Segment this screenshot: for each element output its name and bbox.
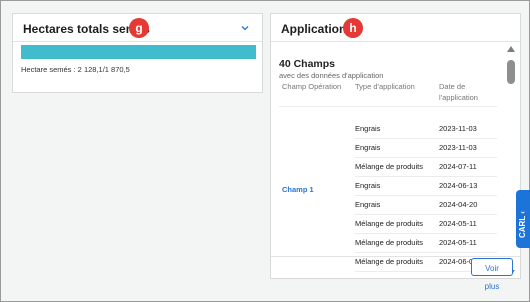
marker-g: g — [129, 18, 149, 38]
hectares-progress-bar — [21, 45, 256, 59]
table-row-divider — [355, 157, 497, 158]
champs-subtitle: avec des données d'application — [279, 71, 384, 80]
table-row-type: Mélange de produits — [355, 219, 423, 228]
hectares-progress-fill — [21, 45, 256, 59]
hectares-progress-text: Hectare semés : 2 128,1/1 870,5 — [21, 65, 130, 74]
table-row-divider — [355, 138, 497, 139]
table-row-divider — [355, 214, 497, 215]
table-row-type: Engrais — [355, 181, 381, 190]
column-header-date: Date de l'application — [439, 82, 478, 102]
carl-side-tab[interactable]: CARL ‹ — [516, 190, 530, 248]
footer-divider — [271, 256, 520, 257]
voir-plus-button[interactable]: Voir plus — [471, 258, 513, 291]
table-row-type: Mélange de produits — [355, 257, 423, 266]
table-row-date: 2024-05-11 — [439, 219, 477, 228]
table-row-divider — [355, 195, 497, 196]
table-row-date: 2023-11-03 — [439, 124, 477, 133]
header-divider — [271, 41, 520, 42]
marker-h: h — [343, 18, 363, 38]
table-row-date: 2024-04-20 — [439, 200, 478, 209]
vertical-scrollbar[interactable] — [506, 46, 516, 276]
column-header-type: Type d'application — [355, 82, 415, 91]
chevron-down-icon[interactable] — [239, 22, 251, 34]
applications-panel: Applications h 40 Champs avec des donnée… — [270, 13, 521, 279]
table-row-divider — [355, 176, 497, 177]
table-row-type: Engrais — [355, 200, 381, 209]
table-row-divider — [355, 252, 497, 253]
table-row-date: 2024-06-13 — [439, 181, 478, 190]
table-row-date: 2024-07-11 — [439, 162, 477, 171]
header-divider — [13, 41, 262, 42]
table-header-divider — [279, 106, 497, 107]
champ-1-link[interactable]: Champ 1 — [282, 185, 314, 194]
table-row-type: Mélange de produits — [355, 238, 423, 247]
scroll-thumb[interactable] — [507, 60, 515, 84]
carl-tab-label: CARL ‹ — [518, 211, 527, 238]
column-header-champ: Champ Opération — [282, 82, 342, 91]
table-row-type: Engrais — [355, 124, 381, 133]
scroll-up-arrow-icon[interactable] — [507, 46, 515, 52]
table-row-date: 2023-11-03 — [439, 143, 477, 152]
hectares-panel: Hectares totals semés g Hectare semés : … — [12, 13, 263, 93]
table-row-type: Engrais — [355, 143, 381, 152]
table-row-divider — [355, 233, 497, 234]
champs-count: 40 Champs — [279, 58, 336, 70]
table-row-date: 2024-05-11 — [439, 238, 477, 247]
table-row-type: Mélange de produits — [355, 162, 423, 171]
